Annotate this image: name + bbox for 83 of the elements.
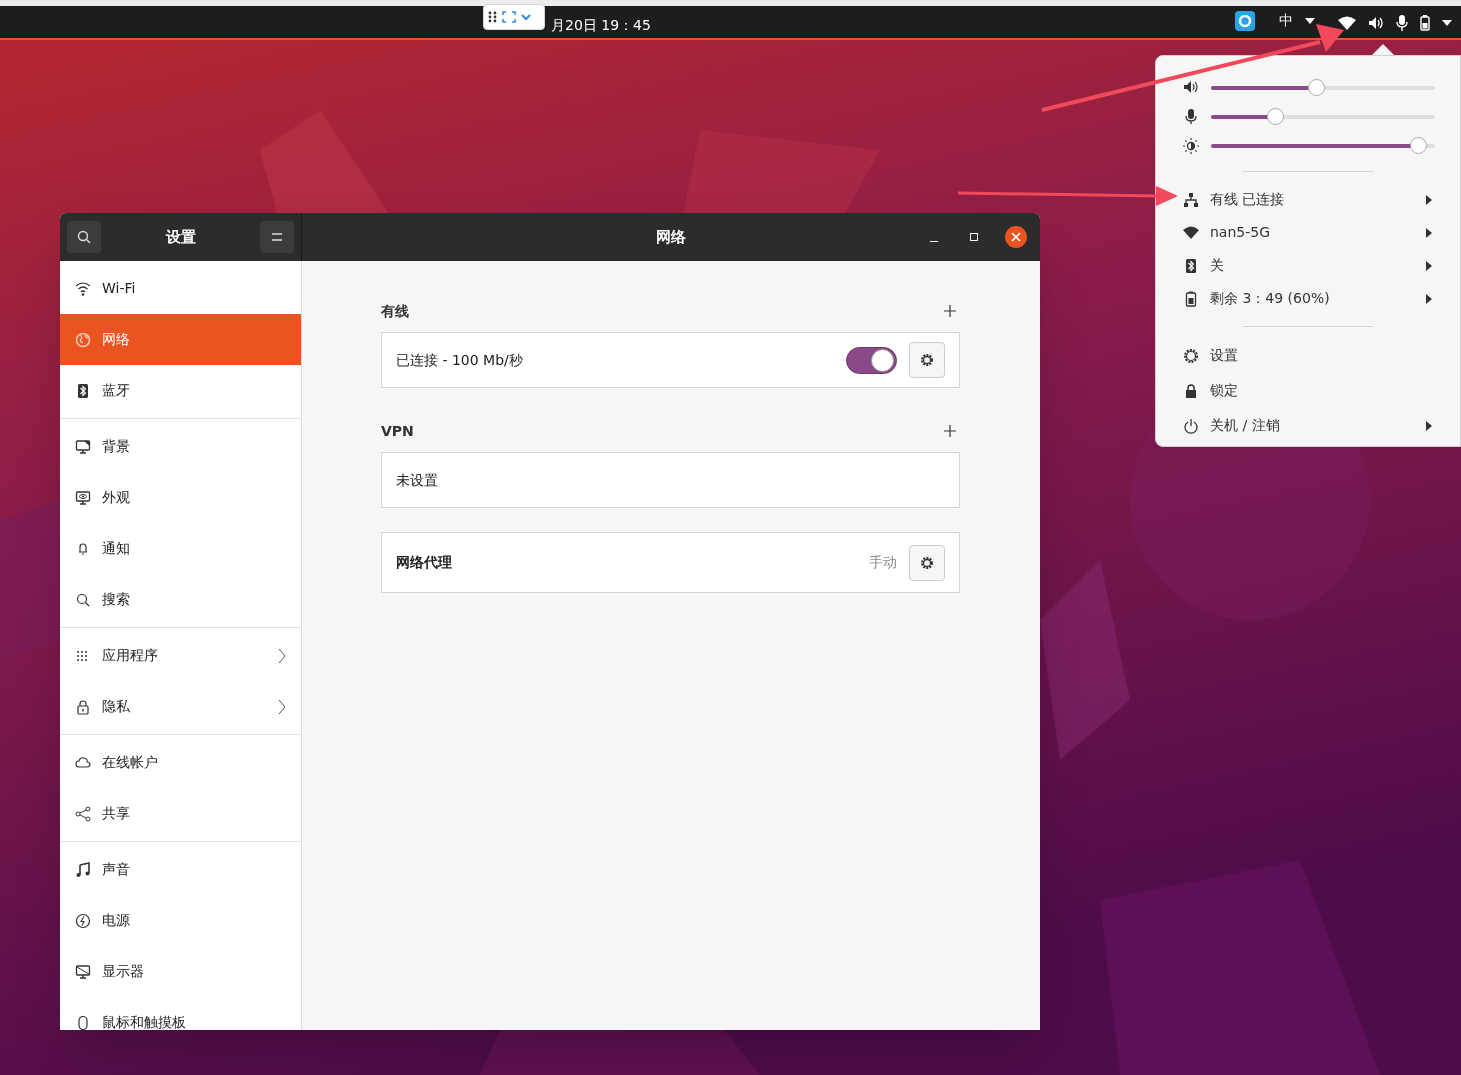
menu-icon <box>271 232 283 242</box>
chevron-down-icon[interactable] <box>520 12 532 22</box>
sidebar-item[interactable]: Wi-Fi <box>60 263 301 314</box>
dropdown-icon[interactable] <box>1442 20 1452 26</box>
clock[interactable]: 月20日 19：45 <box>551 18 651 32</box>
sidebar-item[interactable]: 电源 <box>60 895 301 946</box>
search-icon <box>75 591 91 608</box>
close-icon <box>1011 232 1021 242</box>
menu-button[interactable] <box>260 221 294 253</box>
share-icon <box>75 805 91 822</box>
sidebar-item[interactable]: 声音 <box>60 844 301 895</box>
screenshot-toolbar[interactable] <box>483 4 545 30</box>
menu-item[interactable]: 剩余 3：49 (60%) <box>1183 282 1432 315</box>
sidebar-title: 设置 <box>165 226 196 248</box>
sidebar-item[interactable]: 蓝牙 <box>60 365 301 416</box>
sidebar-item[interactable]: 网络 <box>60 314 301 365</box>
menu-item[interactable]: 锁定 <box>1183 373 1432 408</box>
wifi-icon <box>75 280 91 297</box>
wifi-icon[interactable] <box>1338 16 1356 30</box>
slider[interactable] <box>1211 108 1435 125</box>
microphone-icon <box>1183 108 1199 125</box>
input-method-indicator[interactable]: 中 <box>1279 10 1293 31</box>
settings-button[interactable] <box>909 544 945 581</box>
brightness-icon <box>1183 137 1199 154</box>
sidebar-item[interactable]: 显示器 <box>60 946 301 997</box>
microphone-icon[interactable] <box>1396 15 1408 31</box>
mouse-icon <box>75 1014 91 1030</box>
power-icon <box>1183 417 1199 434</box>
sidebar-item[interactable]: 通知 <box>60 523 301 574</box>
row-value: 手动 <box>869 553 897 572</box>
monitor-icon <box>75 489 91 506</box>
toggle-switch[interactable] <box>846 346 897 374</box>
lock-icon <box>75 698 91 715</box>
menu-item[interactable]: 关 <box>1183 249 1432 282</box>
monitor-icon <box>75 438 91 455</box>
slider-handle[interactable] <box>1308 79 1326 96</box>
wifi-icon <box>1183 224 1199 241</box>
window-title: 网络 <box>656 226 686 248</box>
menu-item[interactable]: 有线 已连接 <box>1183 183 1432 216</box>
music-note-icon <box>75 861 91 878</box>
cloud-icon <box>75 754 91 771</box>
row-label: 未设置 <box>396 470 439 490</box>
slider[interactable] <box>1211 137 1435 154</box>
lock-icon <box>1183 382 1199 399</box>
menu-item[interactable]: 关机 / 注销 <box>1183 408 1432 443</box>
row-label: 网络代理 <box>396 553 453 572</box>
search-button[interactable] <box>67 221 101 253</box>
slider-handle[interactable] <box>1266 108 1284 125</box>
sidebar-item[interactable]: 共享 <box>60 788 301 839</box>
section-heading: 有线 <box>381 301 409 321</box>
dropdown-icon[interactable] <box>1305 17 1315 24</box>
bluetooth-icon <box>75 382 91 399</box>
row-label: 已连接 - 100 Mb/秒 <box>396 350 524 370</box>
battery-icon <box>1183 290 1199 307</box>
sidebar-item[interactable]: 鼠标和触摸板 <box>60 997 301 1030</box>
app-indicator-icon[interactable] <box>1235 10 1255 31</box>
globe-icon <box>75 331 91 348</box>
sidebar-item[interactable]: 外观 <box>60 472 301 523</box>
power-circle-icon <box>75 912 91 929</box>
slider-handle[interactable] <box>1409 137 1427 154</box>
grip-icon <box>488 11 498 23</box>
menu-item[interactable]: 设置 <box>1183 338 1432 373</box>
fullscreen-icon[interactable] <box>502 11 516 23</box>
sidebar-item[interactable]: 应用程序 <box>60 630 301 681</box>
search-icon <box>77 230 91 244</box>
slider[interactable] <box>1211 79 1435 96</box>
plus-icon <box>944 305 956 317</box>
display-icon <box>75 963 91 980</box>
plus-icon <box>944 425 956 437</box>
sidebar-item[interactable]: 背景 <box>60 421 301 472</box>
network-icon <box>1183 191 1199 208</box>
close-button[interactable] <box>1005 226 1027 248</box>
sidebar-item[interactable]: 搜索 <box>60 574 301 625</box>
section-heading: VPN <box>381 421 414 441</box>
gear-icon <box>918 351 936 369</box>
gear-icon <box>1183 347 1199 364</box>
battery-icon[interactable] <box>1420 15 1430 31</box>
settings-button[interactable] <box>909 342 945 378</box>
bluetooth-icon <box>1183 257 1199 274</box>
menu-item[interactable]: nan5-5G <box>1183 216 1432 249</box>
sidebar-item[interactable]: 隐私 <box>60 681 301 732</box>
speaker-icon[interactable] <box>1368 16 1384 30</box>
sidebar-item[interactable]: 在线帐户 <box>60 737 301 788</box>
